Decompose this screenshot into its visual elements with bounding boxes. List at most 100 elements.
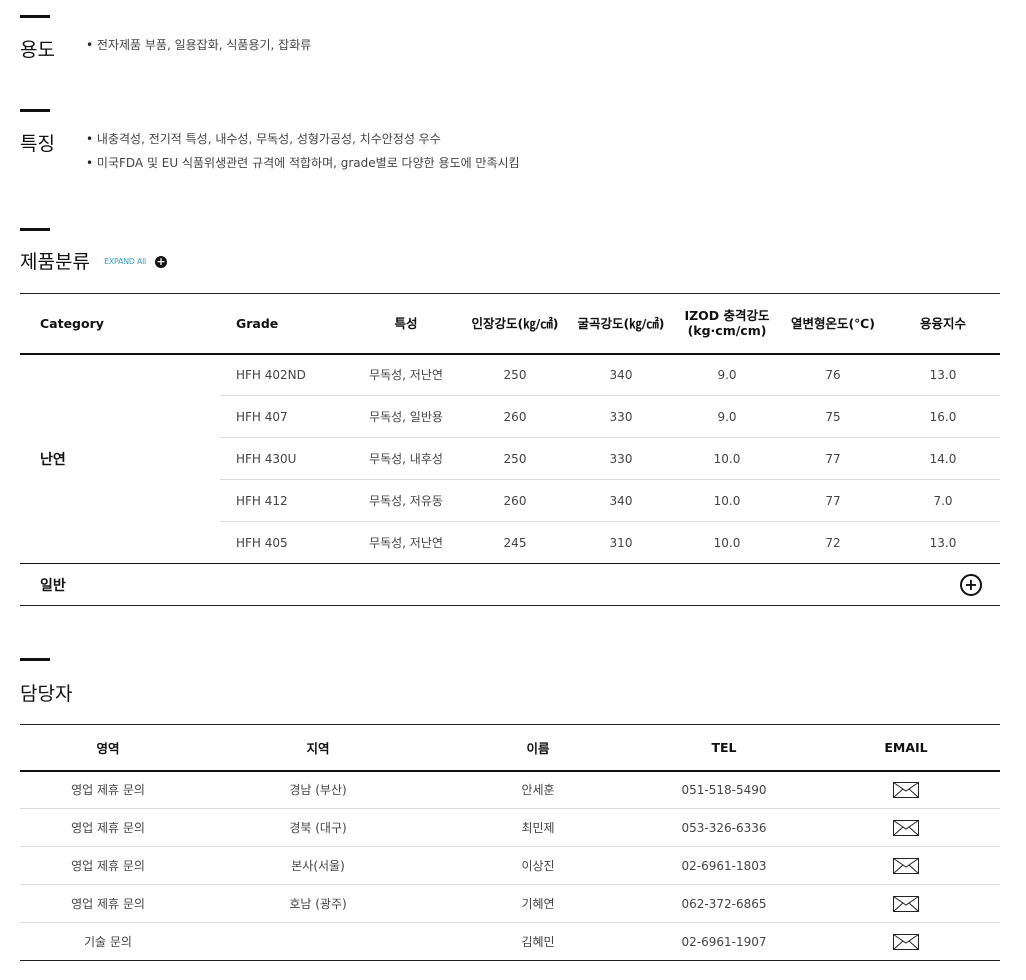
area-cell: 영업 제휴 문의 xyxy=(20,770,196,809)
email-cell xyxy=(812,884,1000,923)
name-cell: 최민제 xyxy=(440,808,636,847)
hdt-cell: 76 xyxy=(780,353,886,396)
contacts-title: 담당자 xyxy=(20,683,73,705)
section-bar xyxy=(20,228,50,231)
header-grade: Grade xyxy=(220,293,350,355)
products-title: 제품분류 xyxy=(20,251,90,273)
email-cell xyxy=(812,808,1000,847)
table-row: 영업 제휴 문의 경남 (부산) 안세훈 051-518-5490 xyxy=(20,770,1000,809)
header-tensile: 인장강도(㎏/㎠) xyxy=(462,293,568,355)
property-cell: 무독성, 저유동 xyxy=(350,479,462,522)
section-bar xyxy=(20,658,50,661)
grade-cell: HFH 405 xyxy=(220,521,350,564)
email-cell xyxy=(812,922,1000,961)
mail-icon[interactable] xyxy=(893,819,919,836)
tensile-cell: 245 xyxy=(462,521,568,564)
mail-icon[interactable] xyxy=(893,857,919,874)
property-cell: 무독성, 저난연 xyxy=(350,353,462,396)
header-region: 지역 xyxy=(196,724,440,772)
tel-cell: 051-518-5490 xyxy=(636,770,812,809)
tensile-cell: 250 xyxy=(462,437,568,480)
header-hdt: 열변형온도(℃) xyxy=(780,293,886,355)
header-izod-line2: (kg·cm/cm) xyxy=(687,323,767,339)
izod-cell: 10.0 xyxy=(674,521,780,564)
collapsed-category-name[interactable]: 일반 xyxy=(20,563,886,606)
feature-item: 미국FDA 및 EU 식품위생관련 규격에 적합하며, grade별로 다양한 … xyxy=(86,151,520,175)
usage-list: 전자제품 부품, 일용잡화, 식품용기, 잡화류 xyxy=(86,33,311,57)
collapsed-category-row[interactable]: 일반 + xyxy=(20,563,1000,606)
flexural-cell: 330 xyxy=(568,437,674,480)
table-row: 영업 제휴 문의 본사(서울) 이상진 02-6961-1803 xyxy=(20,846,1000,885)
table-row: 기술 문의 김혜민 02-6961-1907 xyxy=(20,922,1000,961)
property-cell: 무독성, 내후성 xyxy=(350,437,462,480)
expand-plus-icon[interactable]: + xyxy=(960,573,982,596)
flexural-cell: 340 xyxy=(568,479,674,522)
features-list: 내충격성, 전기적 특성, 내수성, 무독성, 성형가공성, 치수안정성 우수 … xyxy=(86,127,520,175)
header-tel: TEL xyxy=(636,724,812,772)
area-cell: 영업 제휴 문의 xyxy=(20,808,196,847)
izod-cell: 10.0 xyxy=(674,479,780,522)
category-name[interactable]: 난연 xyxy=(20,353,220,564)
grade-cell: HFH 412 xyxy=(220,479,350,522)
email-cell xyxy=(812,770,1000,809)
grade-cell: HFH 430U xyxy=(220,437,350,480)
tensile-cell: 250 xyxy=(462,353,568,396)
mfi-cell: 7.0 xyxy=(886,479,1000,522)
mfi-cell: 13.0 xyxy=(886,353,1000,396)
mfi-cell: 13.0 xyxy=(886,521,1000,564)
usage-title: 용도 xyxy=(20,39,55,61)
hdt-cell: 77 xyxy=(780,437,886,480)
grade-cell: HFH 402ND xyxy=(220,353,350,396)
hdt-cell: 77 xyxy=(780,479,886,522)
izod-cell: 9.0 xyxy=(674,395,780,438)
area-cell: 영업 제휴 문의 xyxy=(20,846,196,885)
header-property: 특성 xyxy=(350,293,462,355)
property-cell: 무독성, 저난연 xyxy=(350,521,462,564)
header-izod: IZOD 충격강도 (kg·cm/cm) xyxy=(674,293,780,355)
table-header-row: 영역 지역 이름 TEL EMAIL xyxy=(20,724,1000,772)
flexural-cell: 330 xyxy=(568,395,674,438)
usage-item: 전자제품 부품, 일용잡화, 식품용기, 잡화류 xyxy=(86,33,311,57)
hdt-cell: 75 xyxy=(780,395,886,438)
features-title: 특징 xyxy=(20,133,55,155)
section-bar xyxy=(20,15,50,18)
region-cell: 호남 (광주) xyxy=(196,884,440,923)
section-bar xyxy=(20,109,50,112)
izod-cell: 9.0 xyxy=(674,353,780,396)
area-cell: 영업 제휴 문의 xyxy=(20,884,196,923)
flexural-cell: 340 xyxy=(568,353,674,396)
header-area: 영역 xyxy=(20,724,196,772)
expand-all-link[interactable]: EXPAND All xyxy=(104,257,146,266)
table-row: 난연 HFH 402ND 무독성, 저난연 250 340 9.0 76 13.… xyxy=(20,353,1000,564)
mfi-cell: 16.0 xyxy=(886,395,1000,438)
region-cell: 경북 (대구) xyxy=(196,808,440,847)
tel-cell: 053-326-6336 xyxy=(636,808,812,847)
plus-icon[interactable]: + xyxy=(155,256,167,268)
header-flexural: 굴곡강도(㎏/㎠) xyxy=(568,293,674,355)
grade-cell: HFH 407 xyxy=(220,395,350,438)
region-cell: 본사(서울) xyxy=(196,846,440,885)
feature-item: 내충격성, 전기적 특성, 내수성, 무독성, 성형가공성, 치수안정성 우수 xyxy=(86,127,520,151)
region-cell: 경남 (부산) xyxy=(196,770,440,809)
email-cell xyxy=(812,846,1000,885)
tel-cell: 02-6961-1803 xyxy=(636,846,812,885)
header-mfi: 용융지수 xyxy=(886,293,1000,355)
mail-icon[interactable] xyxy=(893,933,919,950)
mail-icon[interactable] xyxy=(893,895,919,912)
izod-cell: 10.0 xyxy=(674,437,780,480)
tensile-cell: 260 xyxy=(462,479,568,522)
tel-cell: 02-6961-1907 xyxy=(636,922,812,961)
header-izod-line1: IZOD 충격강도 xyxy=(684,308,770,324)
mfi-cell: 14.0 xyxy=(886,437,1000,480)
name-cell: 안세훈 xyxy=(440,770,636,809)
header-category: Category xyxy=(20,293,220,355)
expand-cell: + xyxy=(886,563,1000,606)
table-row: 영업 제휴 문의 호남 (광주) 기혜연 062-372-6865 xyxy=(20,884,1000,923)
tel-cell: 062-372-6865 xyxy=(636,884,812,923)
header-name: 이름 xyxy=(440,724,636,772)
hdt-cell: 72 xyxy=(780,521,886,564)
property-cell: 무독성, 일반용 xyxy=(350,395,462,438)
region-cell xyxy=(196,922,440,961)
name-cell: 김혜민 xyxy=(440,922,636,961)
mail-icon[interactable] xyxy=(893,781,919,798)
